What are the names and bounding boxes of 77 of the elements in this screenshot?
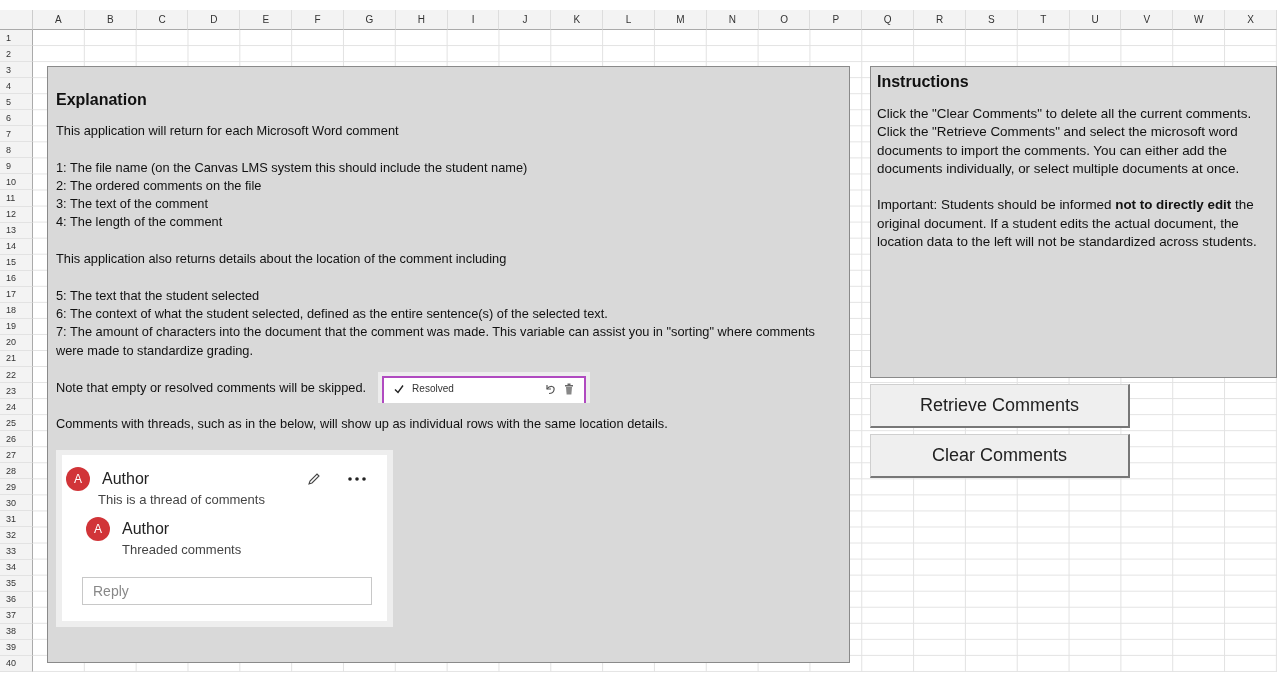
avatar-badge: A bbox=[86, 517, 110, 542]
check-icon bbox=[394, 384, 405, 395]
column-header[interactable]: U bbox=[1069, 10, 1122, 30]
column-header[interactable]: M bbox=[655, 10, 707, 30]
status-label: Resolved bbox=[412, 382, 454, 396]
undo-icon bbox=[544, 383, 557, 396]
text-line: 1: The file name (on the Canvas LMS system this should include the student name) bbox=[56, 158, 529, 177]
column-header[interactable]: E bbox=[240, 10, 293, 30]
pencil-icon bbox=[307, 471, 321, 486]
column-header[interactable]: H bbox=[395, 10, 448, 30]
row-header[interactable]: 28 bbox=[0, 463, 33, 480]
row-header[interactable]: 32 bbox=[0, 527, 33, 544]
row-header[interactable]: 26 bbox=[0, 431, 33, 448]
row-header[interactable]: 4 bbox=[0, 78, 33, 95]
avatar-badge: A bbox=[66, 466, 90, 491]
text-line: Comments with threads, such as in the below, will show up as individual rows with the same location details. bbox=[56, 415, 669, 434]
row-header[interactable]: 29 bbox=[0, 479, 33, 496]
column-header[interactable]: P bbox=[810, 10, 863, 30]
column-header[interactable]: L bbox=[603, 10, 655, 30]
text-line: 4: The length of the comment bbox=[56, 213, 224, 232]
trash-icon bbox=[564, 383, 575, 396]
row-header[interactable]: 10 bbox=[0, 174, 33, 191]
row-header[interactable]: 24 bbox=[0, 399, 33, 416]
row-header[interactable]: 25 bbox=[0, 415, 33, 432]
text-line: This application will return for each Microsoft Word comment bbox=[56, 122, 400, 140]
comment-text: This is a thread of comments bbox=[98, 490, 266, 509]
row-header[interactable]: 30 bbox=[0, 495, 33, 512]
comment-text: Threaded comments bbox=[122, 541, 243, 560]
column-header[interactable]: I bbox=[447, 10, 500, 30]
text-line: 5: The text that the student selected bbox=[56, 286, 261, 305]
select-all-corner[interactable] bbox=[0, 10, 33, 30]
row-header[interactable]: 31 bbox=[0, 511, 33, 528]
row-header[interactable]: 11 bbox=[0, 190, 33, 207]
row-header[interactable]: 7 bbox=[0, 126, 33, 143]
panel-title: Instructions bbox=[877, 72, 970, 92]
action-button[interactable]: Clear Comments bbox=[870, 434, 1130, 478]
text-line: 6: The context of what the student selected, defined as the entire sentence(s) of the selected text. bbox=[56, 304, 609, 323]
column-header[interactable]: F bbox=[292, 10, 344, 30]
column-header[interactable]: N bbox=[706, 10, 759, 30]
row-header[interactable]: 5 bbox=[0, 94, 33, 111]
text-paragraph: Click the "Retrieve Comments" and select the microsoft word documents to import the comments. You can either add the documents individually, or select multiple documents at once. bbox=[877, 123, 1241, 178]
text-line: Note that empty or resolved comments will be skipped. bbox=[56, 378, 367, 397]
text-line: This application also returns details about the location of the comment including bbox=[56, 250, 508, 269]
author-name: Author bbox=[122, 519, 170, 539]
row-header[interactable]: 2 bbox=[0, 46, 33, 63]
author-name: Author bbox=[102, 469, 150, 488]
text-line: 3: The text of the comment bbox=[56, 195, 209, 214]
column-header[interactable]: W bbox=[1173, 10, 1226, 30]
column-header[interactable]: S bbox=[966, 10, 1018, 30]
text-line: 2: The ordered comments on the file bbox=[56, 176, 263, 195]
panel-title: Explanation bbox=[56, 90, 148, 110]
column-header[interactable]: X bbox=[1225, 10, 1277, 30]
column-header[interactable]: B bbox=[84, 10, 137, 30]
more-icon bbox=[347, 475, 367, 482]
row-header[interactable]: 6 bbox=[0, 110, 33, 127]
reply-field[interactable]: Reply bbox=[82, 577, 372, 606]
row-header[interactable]: 1 bbox=[0, 30, 33, 47]
row-header[interactable]: 3 bbox=[0, 62, 33, 79]
text-paragraph: Click the "Clear Comments" to delete all the current comments. bbox=[877, 105, 1253, 123]
row-header[interactable]: 9 bbox=[0, 158, 33, 175]
row-header[interactable]: 27 bbox=[0, 447, 33, 464]
column-header[interactable]: V bbox=[1121, 10, 1174, 30]
column-header[interactable]: O bbox=[758, 10, 811, 30]
row-header[interactable]: 8 bbox=[0, 142, 33, 159]
column-header[interactable]: R bbox=[914, 10, 966, 30]
column-header[interactable]: T bbox=[1017, 10, 1070, 30]
action-button[interactable]: Retrieve Comments bbox=[870, 384, 1130, 428]
text-paragraph: Important: Students should be informed not to directly edit the original document. If a student edits the actual document, the location data to the left will not be standardized across students. bbox=[877, 196, 1258, 252]
column-header[interactable]: K bbox=[551, 10, 604, 30]
row-header[interactable]: 23 bbox=[0, 383, 33, 400]
column-header[interactable]: Q bbox=[862, 10, 915, 30]
column-header[interactable]: J bbox=[499, 10, 552, 30]
text-line: 7: The amount of characters into the document that the comment was made. This variable can assist you in "sorting" where comments were made to standardize grading. bbox=[56, 323, 817, 360]
column-header[interactable]: C bbox=[136, 10, 189, 30]
column-header[interactable]: A bbox=[33, 10, 85, 30]
column-header[interactable]: G bbox=[344, 10, 396, 30]
column-header[interactable]: D bbox=[188, 10, 241, 30]
